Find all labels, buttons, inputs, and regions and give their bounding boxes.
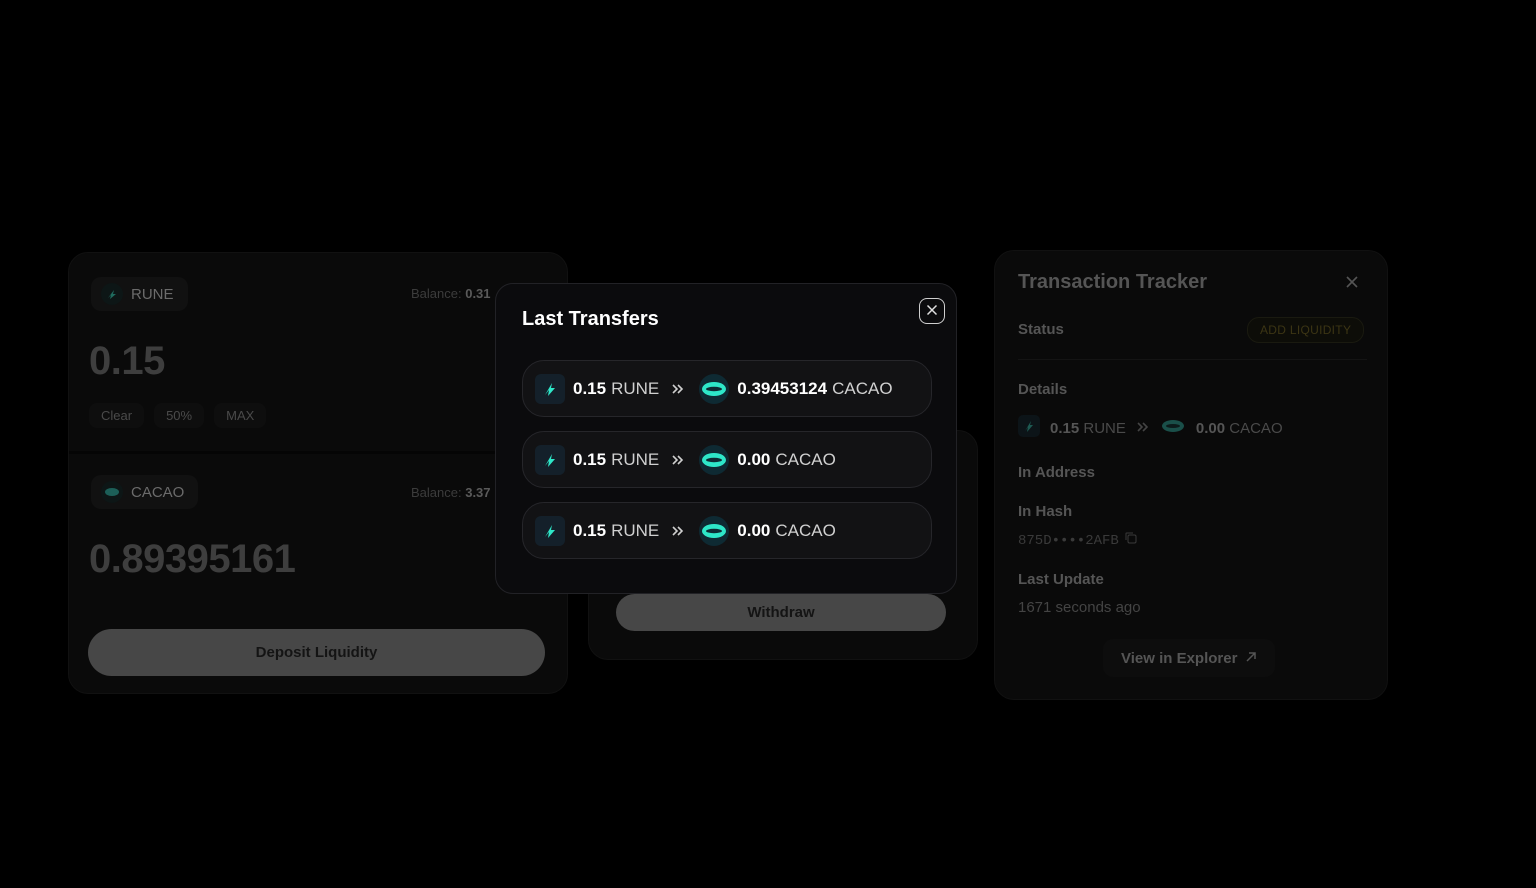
deposit-panel: RUNE Balance: 0.31 0.15 Clear 50% MAX CA…	[68, 252, 568, 694]
close-icon	[926, 304, 938, 319]
transfer-row[interactable]: 0.15 RUNE 0.00 CACAO	[522, 431, 932, 488]
last-update-label: Last Update	[1018, 571, 1104, 588]
double-chevron-right-icon	[1136, 420, 1150, 437]
to-amount: 0.00	[737, 520, 771, 540]
cacao-amount-input[interactable]: 0.89395161	[89, 537, 296, 582]
rune-bolt-icon	[1018, 415, 1040, 441]
cacao-disc-icon	[699, 515, 730, 546]
cacao-disc-icon	[1160, 415, 1186, 441]
max-button[interactable]: MAX	[214, 403, 267, 428]
panel-divider	[69, 451, 567, 454]
from-amount: 0.15	[573, 449, 607, 469]
from-symbol: RUNE	[611, 449, 660, 469]
cacao-disc-icon	[101, 481, 123, 503]
rune-bolt-icon	[535, 373, 565, 404]
transaction-tracker-panel: Transaction Tracker Status ADD LIQUIDITY…	[994, 250, 1388, 700]
close-icon[interactable]	[1345, 273, 1359, 294]
clear-button[interactable]: Clear	[89, 403, 145, 428]
view-in-explorer-button[interactable]: View in Explorer	[1103, 639, 1276, 677]
rune-symbol: RUNE	[131, 285, 174, 303]
rune-asset-selector[interactable]: RUNE	[91, 277, 188, 311]
double-chevron-right-icon	[671, 525, 685, 537]
cacao-disc-icon	[699, 444, 730, 475]
cacao-asset-selector[interactable]: CACAO	[91, 475, 199, 509]
from-symbol: RUNE	[611, 378, 660, 398]
to-symbol: CACAO	[775, 520, 836, 540]
to-symbol: CACAO	[775, 449, 836, 469]
external-link-icon	[1245, 650, 1257, 667]
quick-amount-buttons: Clear 50% MAX	[89, 403, 267, 428]
rune-bolt-icon	[535, 444, 565, 475]
in-address-label: In Address	[1018, 464, 1095, 481]
rune-bolt-icon	[101, 283, 123, 305]
to-amount: 0.39453124	[737, 378, 828, 398]
cacao-disc-icon	[699, 373, 730, 404]
app-stage: RUNE Balance: 0.31 0.15 Clear 50% MAX CA…	[0, 0, 1536, 888]
withdraw-button[interactable]: Withdraw	[616, 594, 946, 631]
tracker-divider	[1018, 359, 1367, 360]
cacao-symbol: CACAO	[131, 483, 185, 501]
rune-amount-input[interactable]: 0.15	[89, 339, 165, 384]
from-amount: 0.15	[573, 378, 607, 398]
tracker-title: Transaction Tracker	[1018, 271, 1207, 293]
transfer-row[interactable]: 0.15 RUNE 0.39453124 CACAO	[522, 360, 932, 417]
deposit-liquidity-button[interactable]: Deposit Liquidity	[88, 629, 545, 676]
from-symbol: RUNE	[611, 520, 660, 540]
details-transfer: 0.15 RUNE 0.00 CACAO	[1018, 415, 1283, 441]
status-badge: ADD LIQUIDITY	[1247, 317, 1365, 343]
rune-bolt-icon	[535, 515, 565, 546]
modal-close-button[interactable]	[919, 298, 945, 324]
copy-icon[interactable]	[1125, 532, 1137, 549]
modal-title: Last Transfers	[522, 308, 659, 330]
double-chevron-right-icon	[671, 454, 685, 466]
transfer-row[interactable]: 0.15 RUNE 0.00 CACAO	[522, 502, 932, 559]
details-label: Details	[1018, 381, 1068, 398]
last-update-value: 1671 seconds ago	[1018, 599, 1141, 616]
to-symbol: CACAO	[832, 378, 893, 398]
from-amount: 0.15	[573, 520, 607, 540]
in-hash-label: In Hash	[1018, 503, 1073, 520]
in-hash-value: 875D••••2AFB	[1018, 532, 1137, 549]
status-label: Status	[1018, 321, 1064, 338]
to-amount: 0.00	[737, 449, 771, 469]
last-transfers-modal: Last Transfers 0.15 RUNE 0.39453124 CACA…	[495, 283, 957, 594]
double-chevron-right-icon	[671, 383, 685, 395]
half-button[interactable]: 50%	[154, 403, 205, 428]
